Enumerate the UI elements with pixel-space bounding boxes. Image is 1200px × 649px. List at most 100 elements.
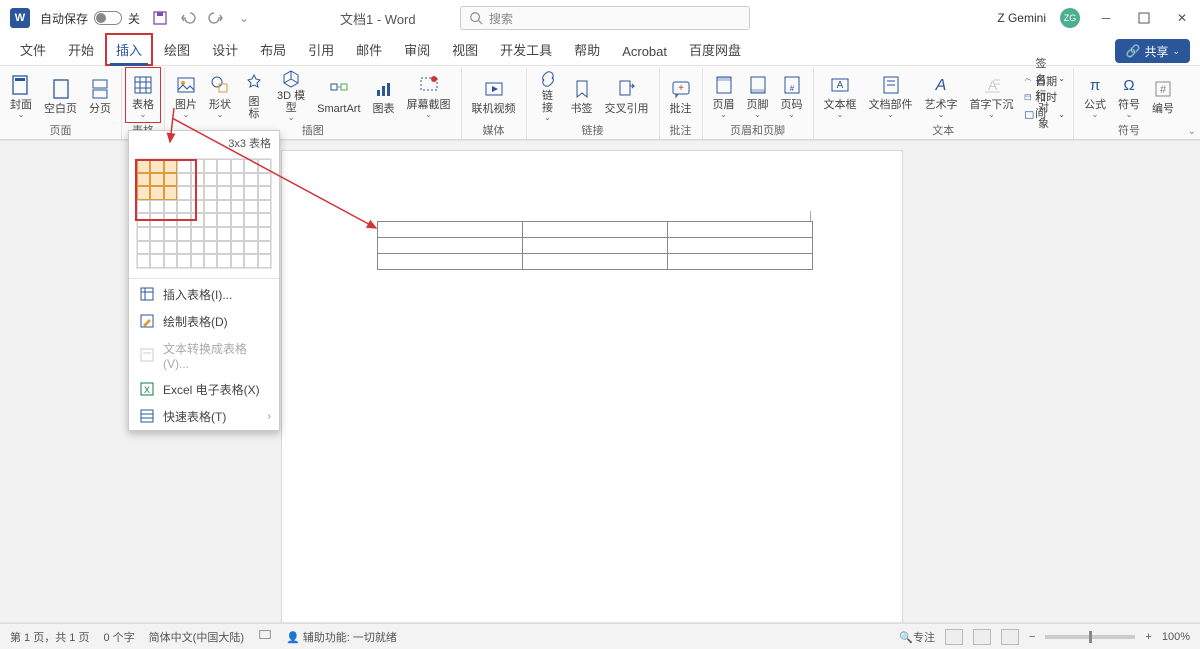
grid-cell[interactable] [137, 227, 150, 241]
draw-table-menu[interactable]: 绘制表格(D) [129, 308, 279, 335]
ribbon-形状[interactable]: 形状⌄ [203, 68, 237, 122]
ribbon-图标[interactable]: 图 标 [237, 68, 271, 122]
tab-acrobat[interactable]: Acrobat [612, 38, 677, 65]
ribbon-3D 模型[interactable]: 3D 模 型⌄ [271, 68, 311, 122]
tab-developer[interactable]: 开发工具 [490, 34, 562, 65]
grid-cell[interactable] [244, 227, 257, 241]
grid-cell[interactable] [258, 186, 271, 200]
ribbon-交叉引用[interactable]: 交叉引用 [599, 68, 655, 122]
autosave-toggle[interactable]: 自动保存 关 [40, 10, 140, 27]
grid-cell[interactable] [217, 213, 230, 227]
grid-cell[interactable] [164, 241, 177, 255]
grid-cell[interactable] [191, 159, 204, 173]
page[interactable] [282, 151, 902, 623]
close-button[interactable]: ✕ [1170, 6, 1194, 30]
ribbon-封面[interactable]: 封面⌄ [4, 68, 38, 122]
grid-cell[interactable] [137, 159, 150, 173]
tab-home[interactable]: 开始 [58, 34, 104, 65]
grid-cell[interactable] [204, 186, 217, 200]
grid-cell[interactable] [244, 241, 257, 255]
grid-cell[interactable] [150, 186, 163, 200]
qat-more-icon[interactable]: ⌄ [234, 8, 254, 28]
grid-cell[interactable] [204, 159, 217, 173]
grid-cell[interactable] [258, 159, 271, 173]
ribbon-书签[interactable]: 书签 [565, 68, 599, 122]
grid-cell[interactable] [150, 159, 163, 173]
focus-mode-button[interactable]: 🔍专注 [899, 629, 935, 645]
grid-cell[interactable] [217, 227, 230, 241]
grid-cell[interactable] [204, 241, 217, 255]
maximize-button[interactable] [1132, 6, 1156, 30]
grid-cell[interactable] [217, 241, 230, 255]
grid-cell[interactable] [164, 254, 177, 268]
ribbon-页脚[interactable]: 页脚⌄ [741, 68, 775, 122]
grid-cell[interactable] [177, 186, 190, 200]
search-input[interactable]: 搜索 [460, 6, 750, 30]
display-settings-icon[interactable] [258, 628, 272, 645]
grid-cell[interactable] [164, 200, 177, 214]
grid-cell[interactable] [177, 241, 190, 255]
insert-table-menu[interactable]: 插入表格(I)... [129, 281, 279, 308]
grid-cell[interactable] [164, 213, 177, 227]
zoom-level[interactable]: 100% [1162, 631, 1190, 643]
grid-cell[interactable] [244, 254, 257, 268]
share-button[interactable]: 🔗共享⌄ [1115, 39, 1190, 63]
grid-cell[interactable] [204, 213, 217, 227]
grid-cell[interactable] [258, 227, 271, 241]
view-read-mode[interactable] [973, 629, 991, 645]
ribbon-图表[interactable]: 图表 [367, 68, 401, 122]
grid-cell[interactable] [150, 213, 163, 227]
grid-cell[interactable] [191, 186, 204, 200]
tab-design[interactable]: 设计 [202, 34, 248, 65]
ribbon-表格[interactable]: 表格⌄ [126, 68, 160, 122]
grid-cell[interactable] [244, 159, 257, 173]
grid-cell[interactable] [231, 254, 244, 268]
ribbon-艺术字[interactable]: A艺术字⌄ [919, 68, 964, 122]
grid-cell[interactable] [258, 241, 271, 255]
grid-cell[interactable] [137, 186, 150, 200]
grid-cell[interactable] [177, 173, 190, 187]
grid-cell[interactable] [217, 200, 230, 214]
quick-tables-menu[interactable]: 快速表格(T)› [129, 403, 279, 430]
grid-cell[interactable] [231, 241, 244, 255]
tab-help[interactable]: 帮助 [564, 34, 610, 65]
tab-references[interactable]: 引用 [298, 34, 344, 65]
grid-cell[interactable] [231, 200, 244, 214]
grid-cell[interactable] [177, 200, 190, 214]
grid-cell[interactable] [231, 186, 244, 200]
grid-cell[interactable] [150, 241, 163, 255]
grid-cell[interactable] [150, 200, 163, 214]
grid-cell[interactable] [244, 173, 257, 187]
grid-cell[interactable] [258, 254, 271, 268]
grid-cell[interactable] [244, 213, 257, 227]
view-print-layout[interactable] [945, 629, 963, 645]
grid-cell[interactable] [217, 186, 230, 200]
view-web-layout[interactable] [1001, 629, 1019, 645]
grid-cell[interactable] [204, 173, 217, 187]
tab-view[interactable]: 视图 [442, 34, 488, 65]
grid-cell[interactable] [204, 254, 217, 268]
grid-cell[interactable] [177, 227, 190, 241]
tab-insert[interactable]: 插入 [106, 34, 152, 65]
grid-cell[interactable] [137, 254, 150, 268]
grid-cell[interactable] [191, 213, 204, 227]
grid-cell[interactable] [258, 200, 271, 214]
zoom-out-button[interactable]: − [1029, 631, 1035, 643]
collapse-ribbon-icon[interactable]: ⌄ [1188, 126, 1196, 137]
page-status[interactable]: 第 1 页，共 1 页 [10, 629, 89, 645]
grid-cell[interactable] [191, 200, 204, 214]
object-button[interactable]: 对象⌄ [1024, 106, 1065, 123]
grid-cell[interactable] [258, 213, 271, 227]
ribbon-符号[interactable]: Ω符号⌄ [1112, 68, 1146, 122]
grid-cell[interactable] [177, 213, 190, 227]
ribbon-公式[interactable]: π公式⌄ [1078, 68, 1112, 122]
table-size-grid[interactable] [129, 153, 279, 276]
ribbon-SmartArt[interactable]: SmartArt [311, 68, 366, 122]
grid-cell[interactable] [191, 241, 204, 255]
grid-cell[interactable] [137, 200, 150, 214]
word-count[interactable]: 0 个字 [103, 629, 134, 645]
grid-cell[interactable] [164, 173, 177, 187]
grid-cell[interactable] [150, 254, 163, 268]
tab-layout[interactable]: 布局 [250, 34, 296, 65]
grid-cell[interactable] [244, 186, 257, 200]
